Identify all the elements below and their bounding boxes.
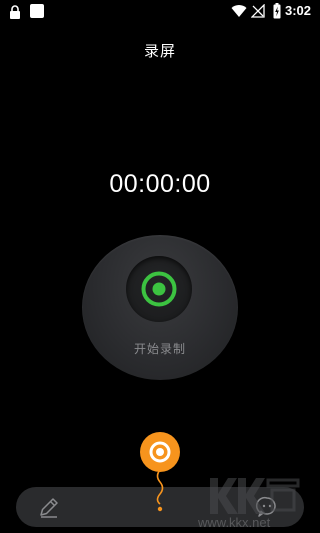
floating-ball — [140, 432, 180, 472]
start-recording-button[interactable]: 开始录制 — [82, 235, 238, 380]
floating-record-button[interactable] — [140, 432, 180, 512]
battery-charging-icon — [273, 3, 281, 19]
page-title: 录屏 — [143, 42, 176, 60]
pencil-icon[interactable] — [36, 494, 62, 520]
wifi-icon — [231, 5, 247, 18]
notification-icon — [30, 4, 44, 18]
squiggle-tail-icon — [156, 469, 164, 512]
record-icon — [141, 271, 177, 307]
record-icon-well — [126, 256, 192, 322]
watermark-url: www.kkx.net — [198, 515, 271, 530]
no-sim-icon — [251, 4, 265, 18]
clock-time: 3:02 — [285, 3, 312, 18]
start-recording-label: 开始录制 — [133, 342, 186, 356]
lock-icon — [10, 5, 20, 19]
status-bar: 3:02 — [0, 0, 320, 24]
elapsed-timer: 00:00:00 — [109, 170, 211, 198]
record-ring-icon — [149, 441, 171, 463]
